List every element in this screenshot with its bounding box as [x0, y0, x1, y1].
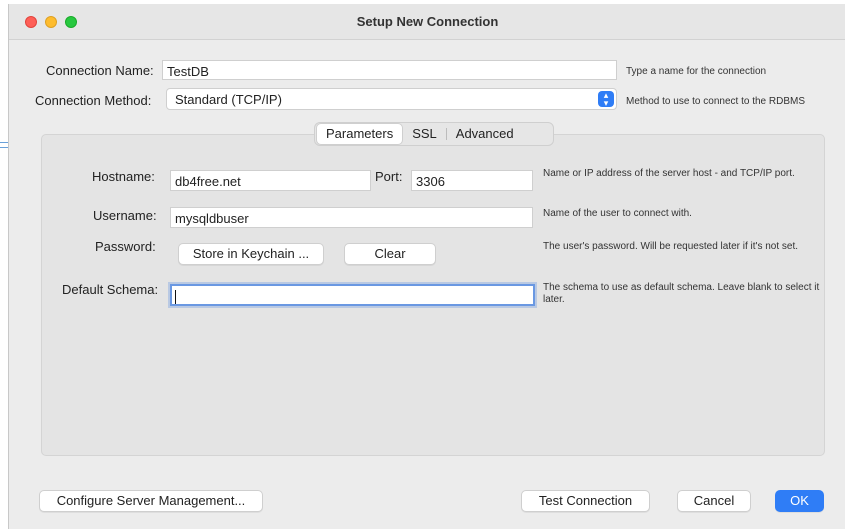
username-input[interactable]: mysqldbuser [170, 207, 533, 228]
select-stepper-icon: ▴ ▾ [598, 91, 614, 108]
connection-method-label: Connection Method: [35, 93, 152, 108]
clear-password-button[interactable]: Clear [344, 243, 436, 265]
window-title: Setup New Connection [356, 14, 499, 29]
port-label: Port: [375, 169, 403, 184]
text-caret [175, 289, 176, 304]
tab-parameters[interactable]: Parameters [316, 123, 404, 145]
tab-bar: Parameters SSL Advanced [314, 122, 554, 146]
password-hint: The user's password. Will be requested l… [543, 241, 799, 252]
connection-method-hint: Method to use to connect to the RDBMS [626, 96, 805, 107]
connection-name-label: Connection Name: [46, 63, 154, 78]
connection-method-value: Standard (TCP/IP) [175, 92, 282, 107]
cancel-button[interactable]: Cancel [677, 490, 751, 512]
default-schema-input[interactable] [170, 284, 535, 306]
hostname-input[interactable]: db4free.net [170, 170, 371, 191]
default-schema-label: Default Schema: [62, 282, 159, 297]
port-input[interactable]: 3306 [411, 170, 533, 191]
connection-name-input[interactable]: TestDB [162, 60, 617, 80]
test-connection-button[interactable]: Test Connection [521, 490, 650, 512]
connection-name-hint: Type a name for the connection [626, 66, 767, 77]
hostname-label: Hostname: [92, 169, 155, 184]
username-hint: Name of the user to connect with. [543, 208, 692, 219]
configure-server-management-button[interactable]: Configure Server Management... [39, 490, 263, 512]
connection-method-select[interactable]: Standard (TCP/IP) ▴ ▾ [166, 88, 617, 110]
setup-connection-dialog: Setup New Connection Connection Name: Te… [8, 4, 845, 529]
ok-button[interactable]: OK [775, 490, 824, 512]
tab-ssl[interactable]: SSL [403, 123, 446, 145]
hostname-hint: Name or IP address of the server host - … [543, 168, 795, 179]
password-label: Password: [95, 239, 156, 254]
title-bar: Setup New Connection [9, 4, 845, 40]
username-label: Username: [93, 208, 157, 223]
default-schema-hint: The schema to use as default schema. Lea… [543, 282, 820, 305]
tab-advanced[interactable]: Advanced [447, 123, 523, 145]
store-in-keychain-button[interactable]: Store in Keychain ... [178, 243, 324, 265]
